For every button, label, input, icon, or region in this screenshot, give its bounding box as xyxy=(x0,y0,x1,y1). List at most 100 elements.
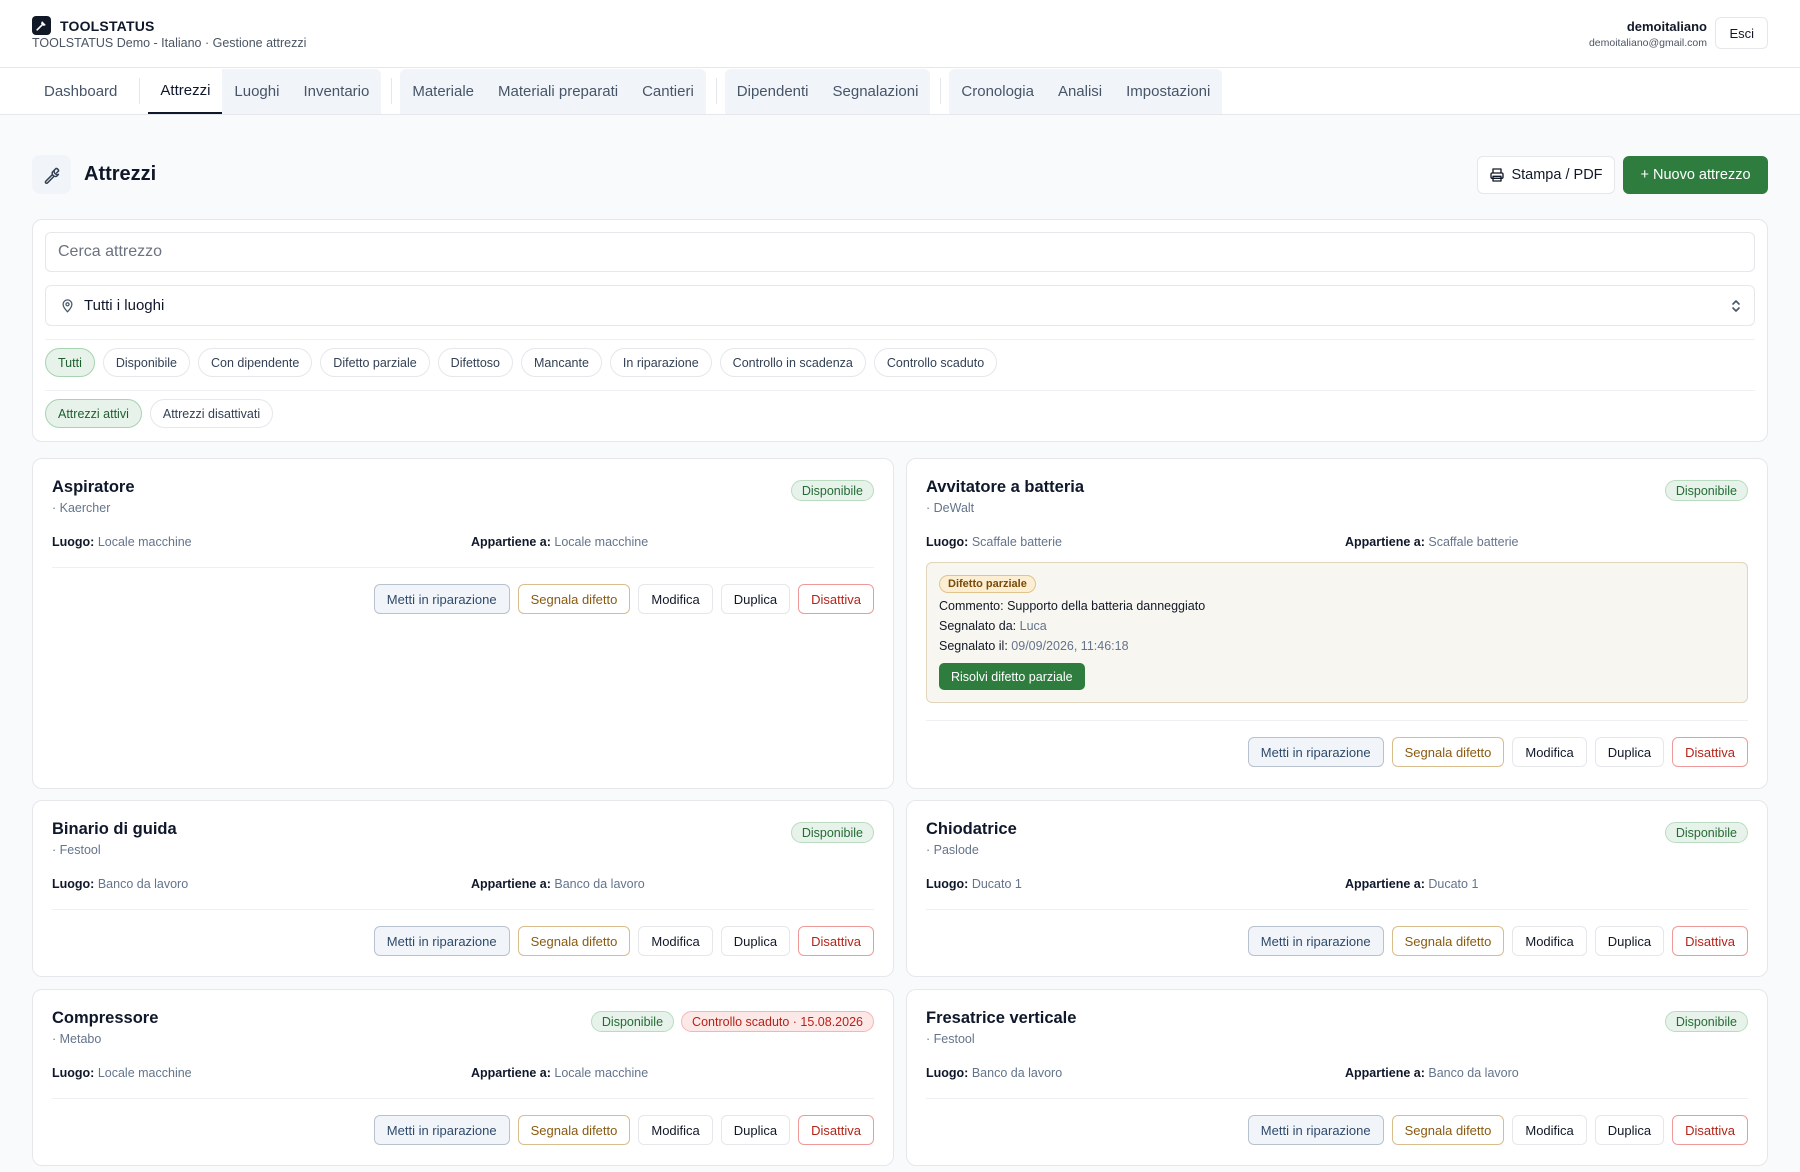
chip-disponibile[interactable]: Disponibile xyxy=(102,348,191,377)
edit-button[interactable]: Modifica xyxy=(1512,1115,1587,1145)
repair-button[interactable]: Metti in riparazione xyxy=(1247,737,1384,767)
duplicate-button[interactable]: Duplica xyxy=(1594,926,1665,956)
repair-button[interactable]: Metti in riparazione xyxy=(1247,926,1384,956)
chip-attrezzi-attivi[interactable]: Attrezzi attivi xyxy=(45,399,142,428)
chip-difetto-parziale[interactable]: Difetto parziale xyxy=(320,348,430,377)
chip-con-dipendente[interactable]: Con dipendente xyxy=(198,348,313,377)
tab-inventario[interactable]: Inventario xyxy=(291,69,381,114)
edit-button[interactable]: Modifica xyxy=(1512,926,1587,956)
tool-actions: Metti in riparazione Segnala difetto Mod… xyxy=(1247,1115,1748,1145)
edit-button[interactable]: Modifica xyxy=(1512,737,1587,767)
tool-location: Luogo: Ducato 1 xyxy=(926,877,1022,891)
repair-button[interactable]: Metti in riparazione xyxy=(373,584,510,614)
repair-button[interactable]: Metti in riparazione xyxy=(1247,1115,1384,1145)
chip-mancante[interactable]: Mancante xyxy=(521,348,602,377)
duplicate-button[interactable]: Duplica xyxy=(720,1115,791,1145)
chip-controllo-scaduto[interactable]: Controllo scaduto xyxy=(873,348,998,377)
user-email: demoitaliano@gmail.com xyxy=(1588,37,1707,49)
tool-card-binario-di-guida: Binario di guida · Festool Disponibile L… xyxy=(32,800,894,977)
tool-location: Luogo: Scaffale batterie xyxy=(926,535,1062,549)
report-defect-button[interactable]: Segnala difetto xyxy=(517,1115,631,1145)
tab-analisi[interactable]: Analisi xyxy=(1046,69,1114,114)
reported-at-label: Segnalato il: xyxy=(939,639,1008,653)
tool-card-aspiratore: Aspiratore · Kaercher Disponibile Luogo:… xyxy=(32,458,894,789)
repair-button[interactable]: Metti in riparazione xyxy=(373,926,510,956)
tab-luoghi[interactable]: Luoghi xyxy=(222,69,291,114)
defect-panel: Difetto parziale Commento: Supporto dell… xyxy=(926,562,1748,703)
report-defect-button[interactable]: Segnala difetto xyxy=(517,926,631,956)
report-defect-button[interactable]: Segnala difetto xyxy=(1391,1115,1505,1145)
chip-tutti[interactable]: Tutti xyxy=(45,348,95,377)
wrench-icon xyxy=(32,155,71,194)
new-tool-button[interactable]: + Nuovo attrezzo xyxy=(1623,156,1768,194)
status-badge: Disponibile xyxy=(1664,1011,1748,1032)
location-value: Banco da lavoro xyxy=(971,1066,1063,1080)
duplicate-button[interactable]: Duplica xyxy=(720,926,791,956)
tool-name: Avvitatore a batteria xyxy=(926,478,1085,496)
defect-comment: Commento: Supporto della batteria danneg… xyxy=(939,599,1205,613)
logout-button[interactable]: Esci xyxy=(1715,17,1768,49)
nav-divider xyxy=(715,78,717,104)
report-defect-button[interactable]: Segnala difetto xyxy=(1391,926,1505,956)
owner-value: Locale macchine xyxy=(554,535,649,549)
duplicate-button[interactable]: Duplica xyxy=(720,584,791,614)
chip-in-riparazione[interactable]: In riparazione xyxy=(609,348,712,377)
app-subtitle: TOOLSTATUS Demo - Italiano · Gestione at… xyxy=(32,36,307,50)
chip-attrezzi-disattivati[interactable]: Attrezzi disattivati xyxy=(149,399,274,428)
defect-reporter: Segnalato da: Luca xyxy=(939,619,1047,633)
divider xyxy=(52,1098,874,1099)
status-badges: Disponibile xyxy=(790,480,874,501)
owner-value: Banco da lavoro xyxy=(554,877,645,891)
tab-attrezzi[interactable]: Attrezzi xyxy=(148,68,223,114)
tool-name: Chiodatrice xyxy=(926,820,1017,838)
tool-actions: Metti in riparazione Segnala difetto Mod… xyxy=(373,926,874,956)
active-filter-chips: Attrezzi attivi Attrezzi disattivati xyxy=(45,399,274,428)
page-title: Attrezzi xyxy=(84,163,157,185)
chip-difettoso[interactable]: Difettoso xyxy=(437,348,514,377)
deactivate-button[interactable]: Disattiva xyxy=(1672,737,1748,767)
tool-brand: · DeWalt xyxy=(926,501,975,515)
tab-impostazioni[interactable]: Impostazioni xyxy=(1114,69,1222,114)
deactivate-button[interactable]: Disattiva xyxy=(1672,926,1748,956)
location-value: Locale macchine xyxy=(97,1066,192,1080)
tool-location: Luogo: Locale macchine xyxy=(52,535,192,549)
divider xyxy=(52,909,874,910)
location-value: Locale macchine xyxy=(97,535,192,549)
chip-controllo-in-scadenza[interactable]: Controllo in scadenza xyxy=(719,348,866,377)
report-defect-button[interactable]: Segnala difetto xyxy=(1391,737,1505,767)
deactivate-button[interactable]: Disattiva xyxy=(798,1115,874,1145)
tool-actions: Metti in riparazione Segnala difetto Mod… xyxy=(1247,926,1748,956)
location-label: Luogo: xyxy=(926,535,969,549)
deactivate-button[interactable]: Disattiva xyxy=(798,584,874,614)
location-value: Scaffale batterie xyxy=(971,535,1062,549)
tool-card-compressore: Compressore · Metabo Disponibile Control… xyxy=(32,989,894,1166)
edit-button[interactable]: Modifica xyxy=(638,584,713,614)
divider xyxy=(926,1098,1748,1099)
location-label: Luogo: xyxy=(52,877,95,891)
divider xyxy=(45,339,1755,340)
tab-materiale[interactable]: Materiale xyxy=(400,69,486,114)
deactivate-button[interactable]: Disattiva xyxy=(1672,1115,1748,1145)
tab-materiali-preparati[interactable]: Materiali preparati xyxy=(486,69,630,114)
filter-panel: Tutti i luoghi Tutti Disponibile Con dip… xyxy=(32,219,1768,442)
location-select[interactable]: Tutti i luoghi xyxy=(45,285,1755,326)
deactivate-button[interactable]: Disattiva xyxy=(798,926,874,956)
search-input[interactable] xyxy=(45,232,1755,272)
comment-label: Commento: xyxy=(939,599,1004,613)
status-badges: Disponibile xyxy=(1664,822,1748,843)
tab-cronologia[interactable]: Cronologia xyxy=(949,69,1046,114)
resolve-defect-button[interactable]: Risolvi difetto parziale xyxy=(939,663,1085,690)
edit-button[interactable]: Modifica xyxy=(638,1115,713,1145)
print-pdf-button[interactable]: Stampa / PDF xyxy=(1477,156,1615,194)
tab-dipendenti[interactable]: Dipendenti xyxy=(725,69,821,114)
duplicate-button[interactable]: Duplica xyxy=(1594,1115,1665,1145)
repair-button[interactable]: Metti in riparazione xyxy=(373,1115,510,1145)
duplicate-button[interactable]: Duplica xyxy=(1594,737,1665,767)
tab-segnalazioni[interactable]: Segnalazioni xyxy=(821,69,931,114)
report-defect-button[interactable]: Segnala difetto xyxy=(517,584,631,614)
edit-button[interactable]: Modifica xyxy=(638,926,713,956)
tool-brand: · Paslode xyxy=(926,843,979,857)
tab-dashboard[interactable]: Dashboard xyxy=(32,69,129,114)
tool-card-avvitatore: Avvitatore a batteria · DeWalt Disponibi… xyxy=(906,458,1768,789)
tab-cantieri[interactable]: Cantieri xyxy=(630,69,706,114)
